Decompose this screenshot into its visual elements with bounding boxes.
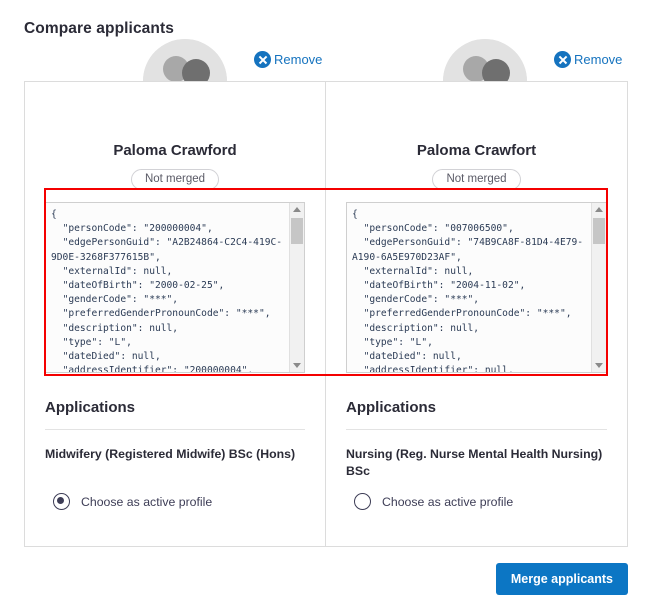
remove-right-label: Remove	[574, 52, 623, 67]
choose-active-profile-left[interactable]: Choose as active profile	[53, 493, 212, 510]
status-badge-left: Not merged	[130, 169, 220, 190]
json-text-left[interactable]: { "personCode": "200000004", "edgePerson…	[46, 203, 289, 372]
radio-label-left: Choose as active profile	[81, 494, 213, 509]
applicant-name-left: Paloma Crawford	[113, 142, 237, 159]
remove-applicant-left-button[interactable]: Remove	[254, 51, 322, 68]
scrollbar-left[interactable]	[289, 203, 304, 372]
scroll-down-icon[interactable]	[290, 359, 304, 372]
radio-button-left[interactable]	[53, 493, 70, 510]
application-item-right: Nursing (Reg. Nurse Mental Health Nursin…	[346, 447, 603, 478]
merge-status-wrap-right: Not merged	[346, 169, 607, 190]
applicant-card-right: Paloma Crawfort Not merged { "personCode…	[326, 82, 627, 546]
page-title: Compare applicants	[24, 20, 174, 37]
applicant-name-right: Paloma Crawfort	[416, 142, 537, 159]
divider	[45, 429, 305, 430]
scrollbar-thumb[interactable]	[593, 218, 605, 244]
scroll-up-icon[interactable]	[290, 203, 304, 216]
scrollbar-thumb[interactable]	[291, 218, 303, 244]
divider	[346, 429, 607, 430]
status-badge-right: Not merged	[432, 169, 521, 190]
applications-title-right: Applications	[346, 399, 437, 416]
radio-button-right[interactable]	[354, 493, 371, 510]
close-circle-icon	[554, 51, 571, 68]
json-text-right[interactable]: { "personCode": "007006500", "edgePerson…	[347, 203, 591, 372]
scroll-down-icon[interactable]	[592, 359, 606, 372]
remove-left-label: Remove	[274, 52, 323, 67]
choose-active-profile-right[interactable]: Choose as active profile	[354, 493, 513, 510]
applicant-card-left: Paloma Crawford Not merged { "personCode…	[25, 82, 326, 546]
scroll-up-icon[interactable]	[592, 203, 606, 216]
close-circle-icon	[254, 51, 271, 68]
remove-applicant-right-button[interactable]: Remove	[554, 51, 622, 68]
merge-status-wrap-left: Not merged	[45, 169, 305, 190]
json-viewer-right[interactable]: { "personCode": "007006500", "edgePerson…	[346, 202, 607, 373]
merge-applicants-button[interactable]: Merge applicants	[495, 563, 628, 595]
compare-applicants-panel: Paloma Crawford Not merged { "personCode…	[24, 81, 628, 547]
scrollbar-right[interactable]	[591, 203, 606, 372]
application-item-left: Midwifery (Registered Midwife) BSc (Hons…	[45, 447, 296, 461]
json-viewer-left[interactable]: { "personCode": "200000004", "edgePerson…	[45, 202, 305, 373]
applications-title-left: Applications	[45, 399, 136, 416]
radio-label-right: Choose as active profile	[382, 494, 514, 509]
